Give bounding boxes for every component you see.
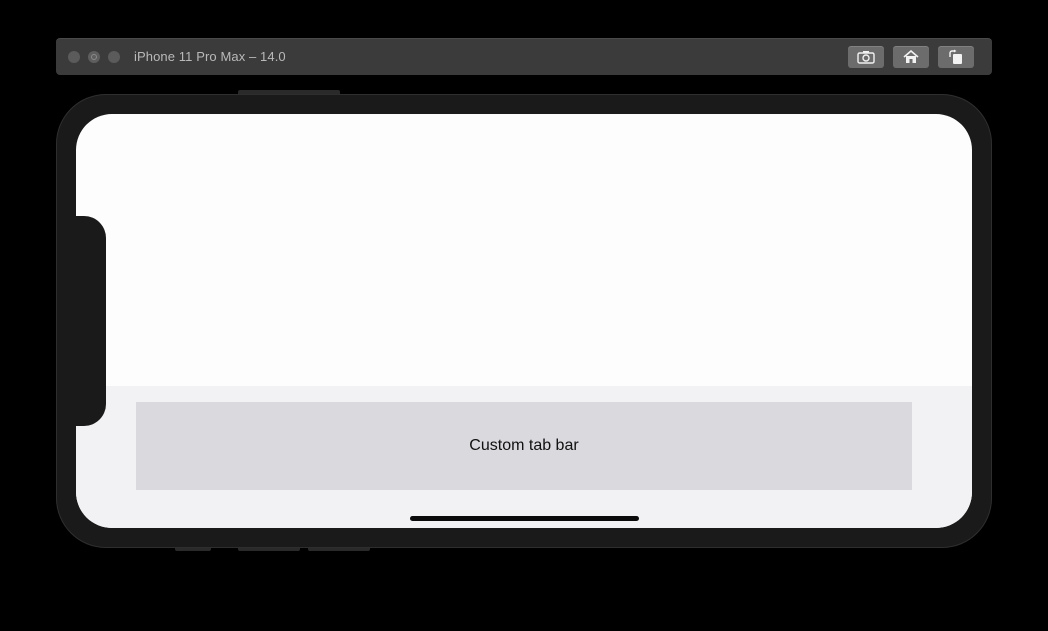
tab-bar-label: Custom tab bar [469, 437, 579, 454]
zoom-window-button[interactable] [108, 51, 120, 63]
home-icon [903, 50, 919, 63]
device-screen[interactable]: Custom tab bar [76, 114, 972, 528]
window-title: iPhone 11 Pro Max – 14.0 [134, 49, 286, 64]
custom-tab-bar[interactable]: Custom tab bar [136, 402, 912, 490]
camera-icon [857, 51, 875, 64]
simulator-title-bar[interactable]: iPhone 11 Pro Max – 14.0 [56, 38, 992, 75]
iphone-device-frame: Custom tab bar [56, 94, 992, 548]
rotate-icon [949, 49, 962, 64]
close-window-button[interactable] [68, 51, 80, 63]
simulator-stage: iPhone 11 Pro Max – 14.0 Custom tab bar [0, 0, 1048, 631]
screenshot-button[interactable] [848, 46, 884, 68]
minimize-window-button[interactable] [88, 51, 100, 63]
device-notch [76, 216, 106, 426]
rotate-button[interactable] [938, 46, 974, 68]
home-button[interactable] [893, 46, 929, 68]
home-indicator[interactable] [410, 516, 639, 521]
